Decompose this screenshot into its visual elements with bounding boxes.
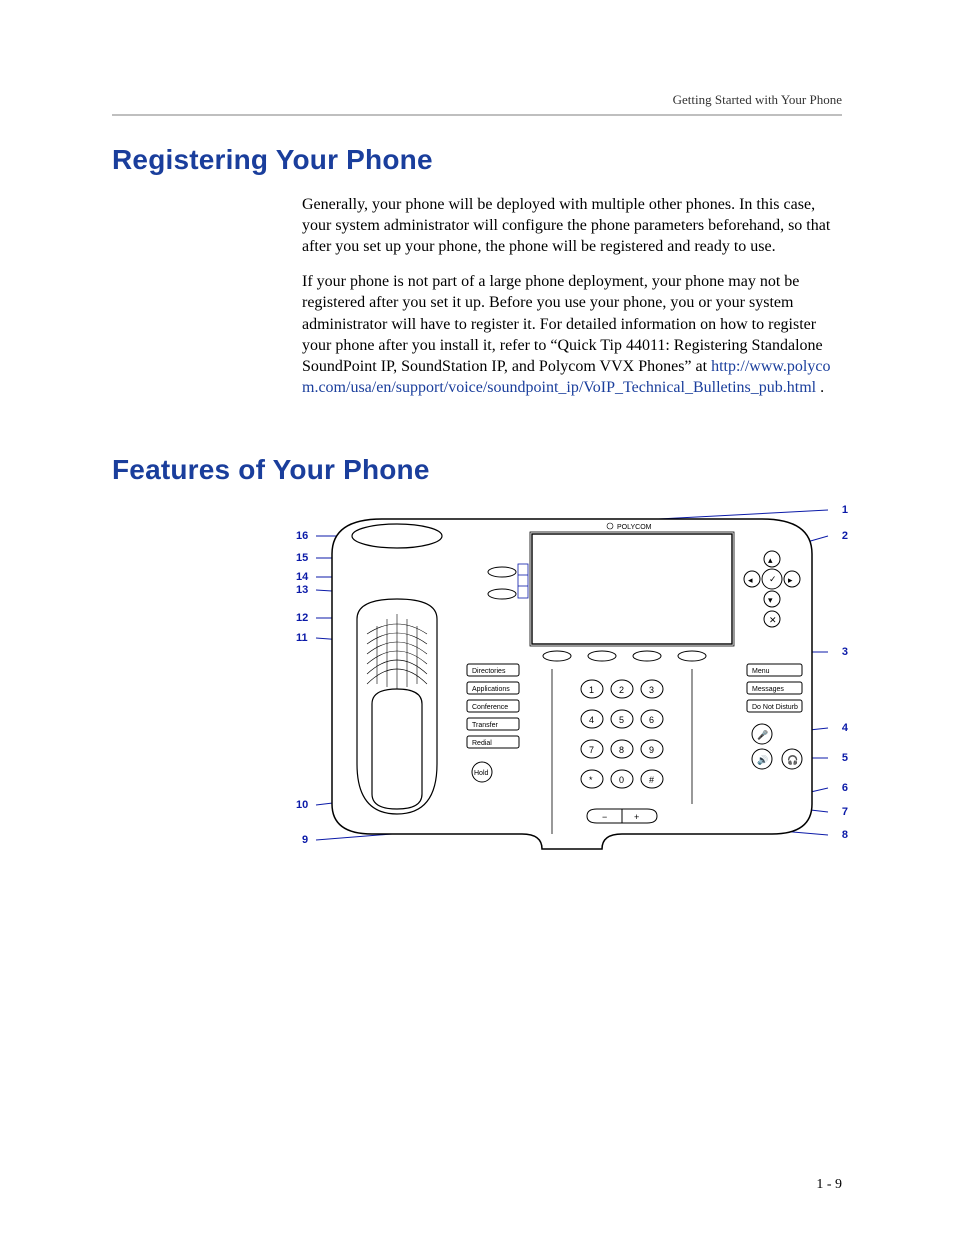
callout-14: 14	[296, 571, 308, 583]
callout-10: 10	[296, 799, 308, 811]
callout-4: 4	[842, 722, 848, 734]
btn-directories: Directories	[472, 668, 506, 675]
key-2: 2	[619, 685, 624, 695]
callout-5: 5	[842, 752, 848, 764]
callout-8: 8	[842, 829, 848, 841]
running-header: Getting Started with Your Phone	[112, 92, 842, 108]
brand-label: POLYCOM	[617, 524, 652, 531]
callout-15: 15	[296, 552, 308, 564]
svg-text:◂: ◂	[748, 575, 753, 585]
section1-para2-tail: .	[816, 379, 824, 396]
svg-text:✓: ✓	[769, 574, 777, 584]
svg-text:🎤: 🎤	[757, 729, 768, 740]
callout-3: 3	[842, 646, 848, 658]
key-hash: #	[649, 775, 654, 785]
svg-text:−: −	[602, 812, 607, 822]
svg-text:▾: ▾	[768, 595, 773, 605]
callout-9: 9	[302, 834, 308, 846]
page-number: 1 - 9	[816, 1177, 842, 1193]
btn-dnd: Do Not Disturb	[752, 704, 798, 711]
btn-transfer: Transfer	[472, 722, 498, 729]
callout-1: 1	[842, 504, 848, 516]
phone-diagram: 16 15 14 13 12 11 10 9 1 2 3 4 5 6 7 8	[302, 504, 842, 864]
phone-svg: POLYCOM	[302, 504, 842, 864]
callout-12: 12	[296, 612, 308, 624]
key-8: 8	[619, 745, 624, 755]
btn-redial: Redial	[472, 740, 492, 747]
svg-text:🔊: 🔊	[757, 754, 768, 766]
btn-menu: Menu	[752, 668, 770, 675]
key-7: 7	[589, 745, 594, 755]
btn-messages: Messages	[752, 686, 784, 693]
svg-text:▸: ▸	[788, 575, 793, 585]
btn-conference: Conference	[472, 704, 508, 711]
key-5: 5	[619, 715, 624, 725]
key-star: *	[589, 775, 593, 785]
callout-6: 6	[842, 782, 848, 794]
key-6: 6	[649, 715, 654, 725]
key-1: 1	[589, 685, 594, 695]
callout-11: 11	[296, 632, 308, 644]
key-0: 0	[619, 775, 624, 785]
callout-2: 2	[842, 530, 848, 542]
svg-text:✕: ✕	[769, 615, 777, 625]
header-rule	[112, 114, 842, 116]
section1-para1: Generally, your phone will be deployed w…	[302, 194, 842, 257]
callout-13: 13	[296, 584, 308, 596]
btn-hold: Hold	[474, 770, 489, 777]
key-4: 4	[589, 715, 594, 725]
callout-7: 7	[842, 806, 848, 818]
svg-text:+: +	[634, 812, 639, 822]
svg-text:🎧: 🎧	[787, 754, 798, 765]
btn-applications: Applications	[472, 686, 510, 693]
key-3: 3	[649, 685, 654, 695]
section-title-registering: Registering Your Phone	[112, 144, 842, 176]
section1-para2: If your phone is not part of a large pho…	[302, 271, 842, 398]
callout-16: 16	[296, 530, 308, 542]
section1-body: Generally, your phone will be deployed w…	[302, 194, 842, 398]
key-9: 9	[649, 745, 654, 755]
svg-text:▴: ▴	[768, 555, 773, 565]
section-title-features: Features of Your Phone	[112, 454, 842, 486]
